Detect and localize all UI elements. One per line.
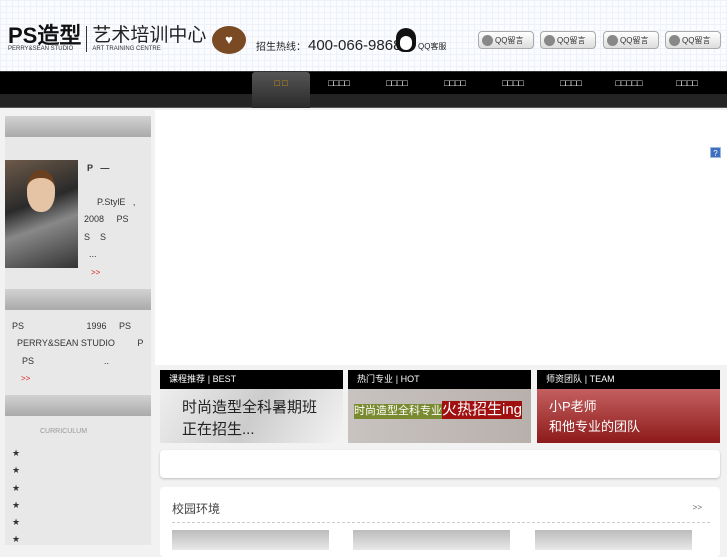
hotline: 招生热线： 400-066-9868	[256, 37, 401, 54]
card-title: 热门专业	[357, 374, 394, 384]
logo-sub: PERRY&SEAN STUDIO	[8, 46, 74, 52]
card-line: 正在招生...	[182, 421, 255, 438]
qq-message-button[interactable]: QQ留言	[478, 31, 534, 49]
help-icon[interactable]: ?	[710, 147, 721, 158]
star-icon[interactable]: ★	[12, 483, 20, 494]
header: PS造型 PERRY&SEAN STUDIO 艺术培训中心 ART TRAINING…	[0, 0, 727, 71]
section-header	[5, 395, 151, 416]
star-icon[interactable]: ★	[12, 517, 20, 528]
curriculum-label: CURRICULUM	[40, 428, 88, 435]
teacher-text: S S	[84, 232, 107, 242]
card-tag: | TEAM	[584, 374, 615, 384]
campus-section: 校园环境 >>	[160, 487, 720, 557]
campus-photo[interactable]	[535, 530, 692, 550]
card-title: 师资团队	[546, 374, 583, 384]
qq-service-label: QQ客服	[418, 42, 447, 51]
card-line: 时尚造型全科专业	[354, 404, 442, 419]
campus-photo[interactable]	[172, 530, 329, 550]
qq-message-label: QQ留言	[495, 35, 524, 45]
card-title: 课程推荐	[169, 374, 206, 384]
banner-area	[155, 110, 727, 365]
teacher-photo[interactable]	[5, 160, 78, 268]
qq-icon	[669, 34, 680, 46]
section-header	[5, 289, 151, 310]
nav-item[interactable]: □□□□	[484, 72, 542, 94]
teacher-text: ...	[84, 249, 97, 259]
teacher-text: P —	[87, 163, 110, 173]
nav-item[interactable]: □□□□	[368, 72, 426, 94]
qq-message-label: QQ留言	[620, 35, 649, 45]
nav-item[interactable]: □□□□	[426, 72, 484, 94]
nav-item[interactable]: □□□□	[658, 72, 716, 94]
hotline-label: 招生热线：	[256, 42, 306, 53]
qq-service-link[interactable]: QQ客服	[396, 28, 446, 52]
nav-item[interactable]: □□□□□	[600, 72, 658, 94]
sidebar: P — P.StylE , 2008 PS S S ... >> PS 1996…	[5, 116, 151, 545]
teacher-more-link[interactable]: >>	[91, 268, 100, 277]
card-hot[interactable]: 热门专业 | HOT 时尚造型全科专业火热招生ing	[348, 370, 531, 443]
qq-icon	[607, 34, 618, 46]
star-icon[interactable]: ★	[12, 500, 20, 511]
about-text: PS 1996 PS	[12, 321, 132, 331]
nav-item-home[interactable]: □ □	[252, 72, 310, 108]
card-team[interactable]: 师资团队 | TEAM 小P老师和他专业的团队	[537, 370, 720, 443]
bird-icon: ♥	[212, 26, 246, 54]
card-tag: | HOT	[395, 374, 420, 384]
star-icon[interactable]: ★	[12, 448, 20, 459]
card-line: 小P老师	[549, 399, 597, 414]
qq-message-button[interactable]: QQ留言	[603, 31, 659, 49]
teacher-text: 2008 PS	[84, 214, 129, 224]
scroll-news-bar	[160, 450, 720, 478]
star-icon[interactable]: ★	[12, 534, 20, 545]
divider	[86, 26, 88, 52]
nav-item[interactable]: □□□□	[542, 72, 600, 94]
card-best[interactable]: 课程推荐 | BEST 时尚造型全科暑期班 正在招生...	[160, 370, 343, 443]
divider	[172, 522, 710, 523]
card-tag: | BEST	[207, 374, 237, 384]
card-line: 和他专业的团队	[549, 419, 641, 434]
logo-cn: 艺术培训中心	[92, 25, 207, 46]
qq-message-label: QQ留言	[682, 35, 711, 45]
about-text: PS ..	[12, 356, 110, 366]
qq-message-button[interactable]: QQ留言	[665, 31, 721, 49]
logo-main: PS造型	[8, 23, 82, 48]
logo-en: ART TRAINING CENTRE	[92, 46, 161, 52]
qq-message-button[interactable]: QQ留言	[540, 31, 596, 49]
qq-icon	[544, 34, 555, 46]
qq-icon	[482, 34, 493, 46]
star-icon[interactable]: ★	[12, 465, 20, 476]
hotline-number: 400-066-9868	[308, 37, 402, 54]
qq-message-label: QQ留言	[557, 35, 586, 45]
nav-subbar	[0, 94, 727, 108]
about-more-link[interactable]: >>	[21, 374, 30, 383]
qq-penguin-icon	[396, 28, 416, 52]
card-line: 时尚造型全科暑期班	[182, 399, 318, 416]
campus-photo[interactable]	[353, 530, 510, 550]
nav-item[interactable]: □□□□	[310, 72, 368, 94]
logo[interactable]: PS造型 PERRY&SEAN STUDIO 艺术培训中心 ART TRAINING…	[8, 23, 207, 52]
card-line: 火热招生ing	[442, 401, 523, 419]
section-title: 校园环境	[172, 502, 221, 516]
teacher-text: P.StylE ,	[87, 197, 136, 207]
about-text: PERRY&SEAN STUDIO P	[12, 338, 144, 348]
section-header	[5, 116, 151, 137]
campus-more-link[interactable]: >>	[693, 503, 702, 512]
